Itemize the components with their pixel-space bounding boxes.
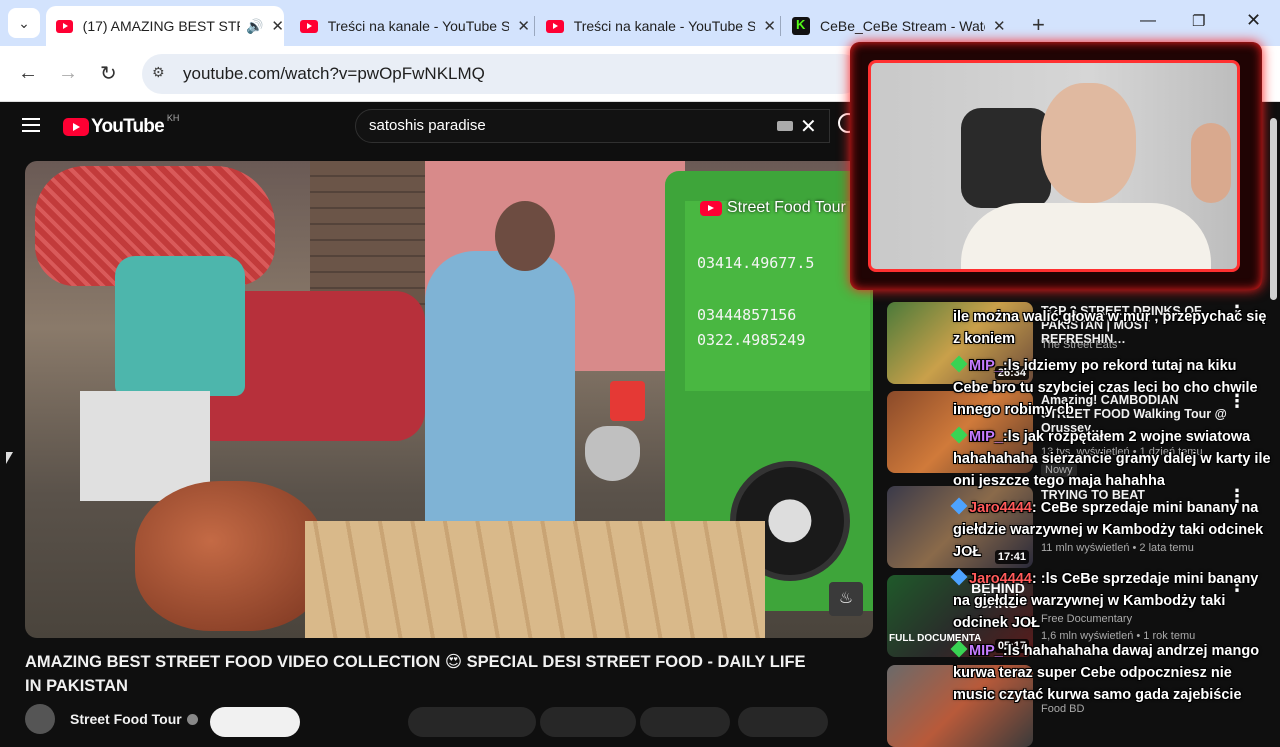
webcam-streamer-body <box>961 203 1211 269</box>
firewood <box>305 521 765 638</box>
keyboard-icon[interactable] <box>777 121 793 131</box>
webcam-streamer-head <box>1041 83 1136 203</box>
video-title: AMAZING BEST STREET FOOD VIDEO COLLECTIO… <box>25 653 806 695</box>
youtube-watermark-icon <box>700 200 722 216</box>
tab-title: (17) AMAZING BEST STREET FOOD <box>82 18 240 34</box>
channel-branding-icon[interactable]: ♨ <box>829 582 863 616</box>
vendor <box>425 251 575 551</box>
tab-kick-stream[interactable]: CeBe_CeBe Stream - Watch Live ✕ <box>782 6 1022 46</box>
tab-search-button[interactable]: ⌄ <box>8 8 40 38</box>
tab-separator <box>780 16 781 36</box>
chat-user: MIP_ <box>969 429 1003 445</box>
subscribe-button[interactable] <box>210 707 300 737</box>
chat-text: ile można walić głowa w mur , przepychać… <box>953 309 1267 347</box>
tab-title: Treści na kanale - YouTube Studio <box>573 18 756 34</box>
webcam-chair <box>961 108 1051 208</box>
youtube-favicon-icon <box>300 19 318 33</box>
phone-number: 0322.4985249 <box>697 331 806 349</box>
restore-icon[interactable]: ❐ <box>1192 12 1205 30</box>
share-button[interactable] <box>540 707 636 737</box>
chat-message: Cebe bro tu szybciej czas leci bo cho ch… <box>953 377 1273 421</box>
avatar[interactable] <box>25 704 55 734</box>
chat-user: Jaro4444 <box>969 500 1032 516</box>
new-tab-button[interactable]: + <box>1032 12 1045 38</box>
watermark-text: Street Food Tour <box>727 199 846 216</box>
tab-title: CeBe_CeBe Stream - Watch Live <box>820 18 985 34</box>
close-tab-icon[interactable]: ✕ <box>993 17 1006 35</box>
vendor-head <box>495 201 555 271</box>
close-tab-icon[interactable]: ✕ <box>517 17 530 35</box>
tab-title: Treści na kanale - YouTube Studio <box>327 18 510 34</box>
red-cup <box>610 381 645 421</box>
chat-message: MIP_:ls idziemy po rekord tutaj na kiku <box>950 355 1273 377</box>
clay-pot <box>135 481 325 631</box>
subscriber-badge-icon <box>950 497 968 515</box>
webcam-streamer-hand <box>1191 123 1231 203</box>
youtube-logo[interactable]: YouTube KH <box>63 113 180 138</box>
close-tab-icon[interactable]: ✕ <box>271 17 284 35</box>
chat-user: MIP_ <box>969 358 1003 374</box>
mouse-cursor-icon <box>6 452 13 464</box>
clear-search-icon[interactable]: ✕ <box>800 114 817 139</box>
download-button[interactable] <box>738 707 828 737</box>
subscriber-badge-icon <box>950 640 968 658</box>
youtube-logo-icon <box>63 118 89 136</box>
chat-text: :ls idziemy po rekord tutaj na kiku <box>1002 358 1237 374</box>
forward-icon[interactable]: → <box>58 62 78 85</box>
chat-user: MIP_ <box>969 643 1003 659</box>
tab-youtube-video[interactable]: (17) AMAZING BEST STREET FOOD 🔊 ✕ <box>46 6 284 46</box>
tab-separator <box>534 16 535 36</box>
scrollbar-thumb[interactable] <box>1270 118 1277 300</box>
back-icon[interactable]: ← <box>18 62 38 85</box>
speaker-icon[interactable]: 🔊 <box>246 18 263 35</box>
verified-icon <box>186 713 198 725</box>
chat-message: MIP_:ls hahahahaha dawaj andrzej mango k… <box>950 640 1273 706</box>
video-player[interactable]: 03414.49677.5 03444857156 0322.4985249 S… <box>25 161 873 638</box>
close-tab-icon[interactable]: ✕ <box>763 17 776 35</box>
subscriber-badge-icon <box>950 568 968 586</box>
youtube-favicon-icon <box>56 19 73 33</box>
phone-number: 03414.49677.5 <box>697 254 815 272</box>
chat-text: Cebe bro tu szybciej czas leci bo cho ch… <box>953 380 1258 418</box>
youtube-favicon-icon <box>546 19 564 33</box>
metal-pitcher <box>585 426 640 481</box>
chat-user: Jaro4444 <box>969 571 1032 587</box>
chat-message: MIP_:ls jak rozpętałem 2 wojne swiatowa … <box>950 426 1273 492</box>
country-code: KH <box>166 113 180 123</box>
menu-icon[interactable] <box>22 118 40 132</box>
logo-text: YouTube <box>91 116 165 137</box>
chat-message: ile można walić głowa w mur , przepychać… <box>953 306 1273 350</box>
porter-shirt <box>115 256 245 396</box>
channel-name[interactable]: Street Food Tour <box>70 711 182 727</box>
subscriber-badge-icon <box>950 355 968 373</box>
like-dislike-button[interactable] <box>408 707 536 737</box>
tab-youtube-studio-2[interactable]: Treści na kanale - YouTube Studio ✕ <box>536 6 776 46</box>
rickshaw-panel <box>685 201 870 391</box>
subscriber-badge-icon <box>950 426 968 444</box>
close-window-icon[interactable]: ✕ <box>1246 10 1261 31</box>
save-button[interactable] <box>640 707 730 737</box>
url-text[interactable]: youtube.com/watch?v=pwOpFwNKLMQ <box>183 64 485 84</box>
kick-favicon-icon <box>792 17 810 35</box>
site-info-icon[interactable]: ⚙ <box>152 64 172 84</box>
tab-youtube-studio-1[interactable]: Treści na kanale - YouTube Studio ✕ <box>290 6 530 46</box>
chat-message: Jaro4444: :ls CeBe sprzedaje mini banany… <box>950 568 1273 634</box>
minimize-icon[interactable]: — <box>1140 12 1156 30</box>
webcam-feed <box>868 60 1240 272</box>
search-value[interactable]: satoshis paradise <box>369 117 486 134</box>
channel-watermark: Street Food Tour <box>700 199 846 217</box>
reload-icon[interactable]: ↻ <box>100 61 117 86</box>
channel-row: Street Food Tour <box>25 704 198 734</box>
phone-number: 03444857156 <box>697 306 797 324</box>
chat-message: Jaro4444: CeBe sprzedaje mini banany na … <box>950 497 1273 563</box>
